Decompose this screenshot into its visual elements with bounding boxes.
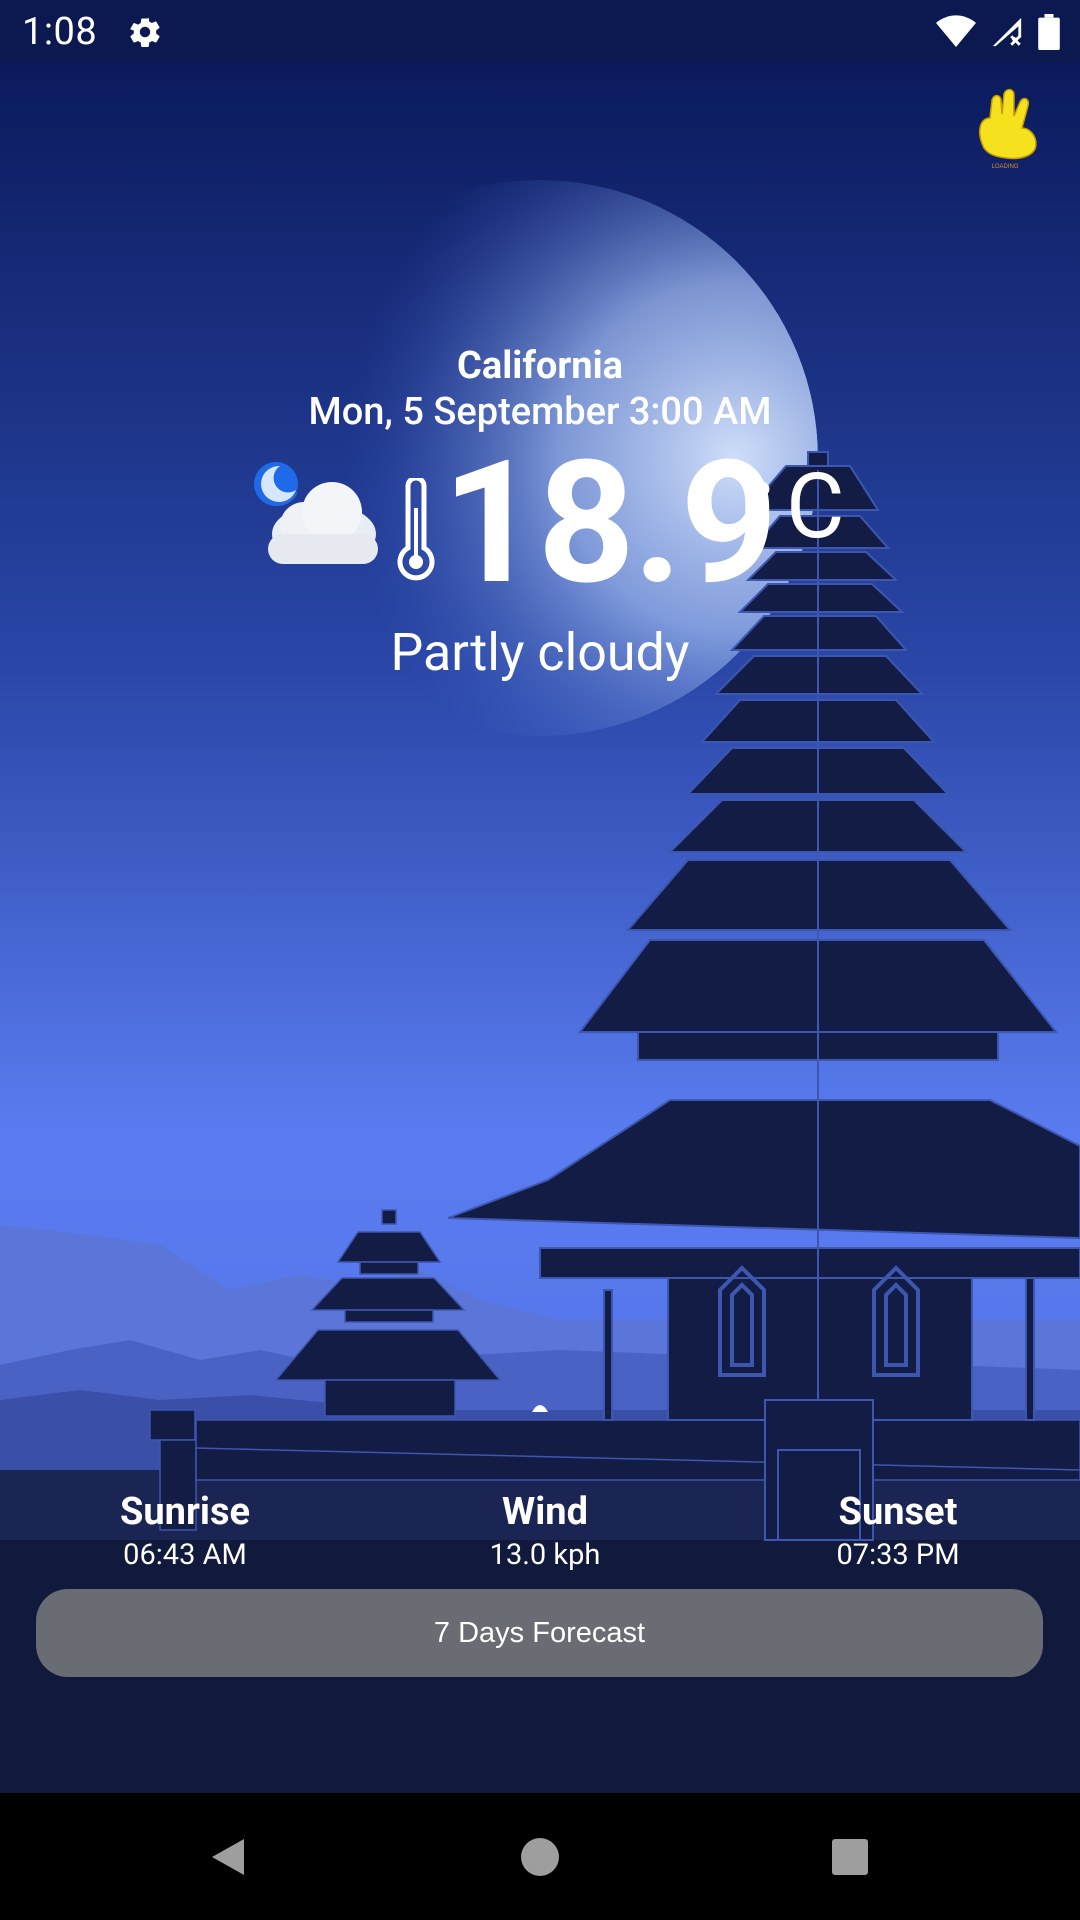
temperature-degree: ° xyxy=(752,470,773,536)
seven-days-forecast-button[interactable]: 7 Days Forecast xyxy=(36,1589,1043,1677)
sunrise-label: Sunrise xyxy=(120,1490,250,1534)
sunset-stat: Sunset 07:33 PM xyxy=(798,1490,998,1572)
moon-cloud-icon xyxy=(254,462,378,564)
status-bar: 1:08 xyxy=(0,0,1080,63)
signal-icon xyxy=(992,17,1022,46)
home-icon[interactable] xyxy=(516,1833,564,1881)
wind-value: 13.0 kph xyxy=(489,1538,601,1572)
temperature-value: 18.9 xyxy=(442,423,778,623)
wind-label: Wind xyxy=(501,1490,588,1534)
battery-icon xyxy=(1038,13,1060,50)
status-time: 1:08 xyxy=(22,9,98,54)
recents-icon[interactable] xyxy=(826,1833,874,1881)
sunrise-value: 06:43 AM xyxy=(123,1538,247,1572)
svg-text:LOADING: LOADING xyxy=(991,164,1018,170)
city-name: California xyxy=(457,344,623,388)
sunset-value: 07:33 PM xyxy=(836,1538,960,1572)
sunrise-stat: Sunrise 06:43 AM xyxy=(85,1490,285,1572)
weather-stats: Sunrise 06:43 AM Wind 13.0 kph Sunset 07… xyxy=(0,1490,1080,1572)
weather-condition: Partly cloudy xyxy=(390,622,690,683)
wind-stat: Wind 13.0 kph xyxy=(445,1490,645,1572)
temperature-unit: C xyxy=(786,454,845,559)
status-icons xyxy=(936,13,1060,50)
wifi-icon xyxy=(936,14,976,47)
chevron-up-icon[interactable] xyxy=(530,1400,550,1414)
mascot-hand-icon[interactable]: LOADING xyxy=(970,88,1040,170)
thermometer-icon xyxy=(397,478,435,581)
back-icon[interactable] xyxy=(204,1833,252,1881)
gear-icon xyxy=(130,17,160,47)
sunset-label: Sunset xyxy=(838,1490,958,1534)
navigation-bar xyxy=(0,1793,1080,1920)
